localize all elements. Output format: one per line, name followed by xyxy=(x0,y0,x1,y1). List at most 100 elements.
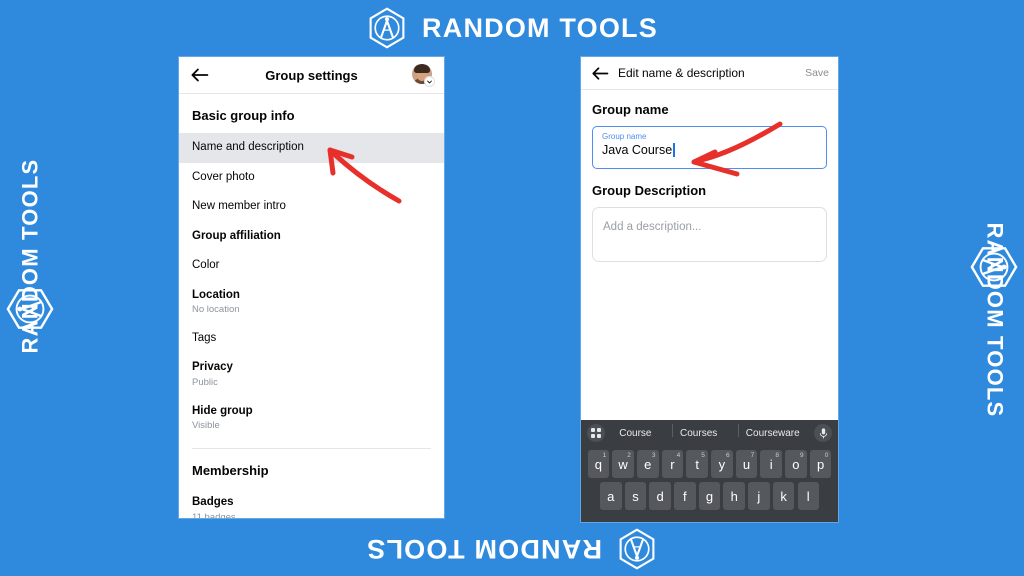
left-phone-screen: Group settings Basic group info Name and… xyxy=(179,57,444,518)
key-label: q xyxy=(594,456,603,472)
key-number: 2 xyxy=(627,452,631,459)
row-label: Location xyxy=(192,288,240,301)
key-label: r xyxy=(670,456,675,472)
key-w[interactable]: w2 xyxy=(612,450,634,478)
row-label: Hide group xyxy=(192,404,253,417)
group-settings-list: Basic group info Name and description Co… xyxy=(179,94,444,518)
suggestion-word[interactable]: Course xyxy=(611,428,659,439)
microphone-glyph xyxy=(819,427,827,438)
group-settings-header: Group settings xyxy=(179,57,444,94)
row-sublabel: Public xyxy=(192,376,218,388)
key-g[interactable]: g xyxy=(698,482,721,510)
row-label: New member intro xyxy=(192,200,286,213)
group-description-input[interactable]: Add a description... xyxy=(592,207,827,262)
key-l[interactable]: l xyxy=(797,482,819,510)
key-number: 3 xyxy=(651,452,656,459)
right-phone-screen: Edit name & description Save Group name … xyxy=(581,57,838,522)
key-k[interactable]: k xyxy=(772,482,795,510)
group-name-input[interactable]: Group name Java Course xyxy=(592,126,827,169)
screenshot-root: RANDOM TOOLS RANDOM TOOLS RANDOM TOOLS R… xyxy=(0,0,1024,576)
keyboard-grid-icon[interactable] xyxy=(587,424,605,442)
key-label: j xyxy=(757,488,761,504)
key-q[interactable]: q1 xyxy=(587,450,610,478)
row-label: Tags xyxy=(192,331,217,344)
key-s[interactable]: s xyxy=(624,482,647,510)
key-r[interactable]: r4 xyxy=(661,450,684,478)
keyboard-suggestions: Course Courses Courseware xyxy=(605,423,814,439)
text-caret xyxy=(673,142,675,157)
group-description-heading: Group Description xyxy=(592,183,707,198)
sidebar-item-tags[interactable]: Tags xyxy=(179,324,444,354)
key-number: 1 xyxy=(602,452,607,459)
key-f[interactable]: f xyxy=(674,482,696,510)
compass-hexagon-logo-icon xyxy=(619,528,655,570)
key-label: y xyxy=(718,456,726,472)
key-a[interactable]: a xyxy=(600,482,622,510)
key-number: 8 xyxy=(775,452,779,459)
group-name-float-label: Group name xyxy=(602,132,647,141)
keyboard-suggestion-bar: Course Courses Courseware xyxy=(581,420,838,446)
key-number: 5 xyxy=(701,452,705,459)
group-name-value: Java Course xyxy=(602,142,673,157)
sidebar-item-location[interactable]: Location No location xyxy=(179,281,444,324)
key-label: l xyxy=(806,488,810,504)
on-screen-keyboard: Course Courses Courseware q1 w2 e3 r4 t … xyxy=(581,420,838,522)
key-label: e xyxy=(644,456,652,472)
group-description-placeholder: Add a description... xyxy=(603,221,702,233)
key-u[interactable]: u7 xyxy=(735,450,758,478)
row-label: Color xyxy=(192,259,220,272)
key-label: o xyxy=(792,456,800,472)
sidebar-item-badges[interactable]: Badges 11 badges xyxy=(179,488,444,518)
keyboard-row-2: a s d f g h j k l xyxy=(581,478,838,510)
row-label: Name and description xyxy=(192,141,304,153)
key-i[interactable]: i8 xyxy=(760,450,782,478)
key-y[interactable]: y6 xyxy=(711,450,733,478)
key-label: u xyxy=(742,456,751,472)
watermark-bottom: RANDOM TOOLS xyxy=(0,528,1024,570)
sidebar-item-color[interactable]: Color xyxy=(179,251,444,281)
watermark-right-text: RANDOM TOOLS xyxy=(982,222,1008,418)
key-j[interactable]: j xyxy=(748,482,770,510)
watermark-right-text-wrap: RANDOM TOOLS xyxy=(981,223,1007,418)
suggestion-word[interactable]: Courses xyxy=(672,423,725,439)
key-label: d xyxy=(656,488,664,504)
key-p[interactable]: p0 xyxy=(809,450,832,478)
key-d[interactable]: d xyxy=(649,482,671,510)
watermark-left: RANDOM TOOLS xyxy=(0,0,60,576)
key-number: 6 xyxy=(725,452,730,459)
chevron-down-icon[interactable] xyxy=(424,76,435,87)
key-number: 7 xyxy=(750,452,755,459)
compass-hexagon-logo-icon xyxy=(369,7,405,49)
annotation-arrows xyxy=(327,121,783,204)
watermark-left-text-wrap: RANDOM TOOLS xyxy=(17,159,43,354)
key-label: h xyxy=(730,488,738,504)
group-name-heading: Group name xyxy=(592,102,669,117)
key-label: g xyxy=(705,488,714,504)
key-number: 4 xyxy=(676,452,681,459)
key-o[interactable]: o9 xyxy=(785,450,807,478)
key-e[interactable]: e3 xyxy=(637,450,659,478)
sidebar-item-cover-photo[interactable]: Cover photo xyxy=(179,163,444,193)
sidebar-item-new-member-intro[interactable]: New member intro xyxy=(179,192,444,222)
microphone-icon[interactable] xyxy=(814,424,832,442)
chevron-down-glyph xyxy=(427,80,432,83)
avatar[interactable] xyxy=(412,64,435,87)
sidebar-item-group-affiliation[interactable]: Group affiliation xyxy=(179,222,444,252)
watermark-left-text: RANDOM TOOLS xyxy=(17,158,43,354)
row-sublabel: Visible xyxy=(192,420,220,432)
key-t[interactable]: t5 xyxy=(686,450,708,478)
row-label: Group affiliation xyxy=(192,229,281,242)
watermark-top-text: RANDOM TOOLS xyxy=(422,12,658,43)
sidebar-item-hide-group[interactable]: Hide group Visible xyxy=(179,397,444,440)
key-label: p xyxy=(816,456,825,472)
suggestion-word[interactable]: Courseware xyxy=(737,423,808,439)
sidebar-item-name-and-description[interactable]: Name and description xyxy=(179,133,444,163)
back-arrow-icon[interactable] xyxy=(189,65,209,85)
row-label: Badges xyxy=(192,496,234,509)
sidebar-item-privacy[interactable]: Privacy Public xyxy=(179,353,444,396)
row-sublabel: No location xyxy=(192,304,240,316)
key-h[interactable]: h xyxy=(723,482,745,510)
save-button[interactable]: Save xyxy=(805,67,829,79)
page-title: Group settings xyxy=(265,67,358,83)
back-arrow-icon[interactable] xyxy=(590,63,610,83)
